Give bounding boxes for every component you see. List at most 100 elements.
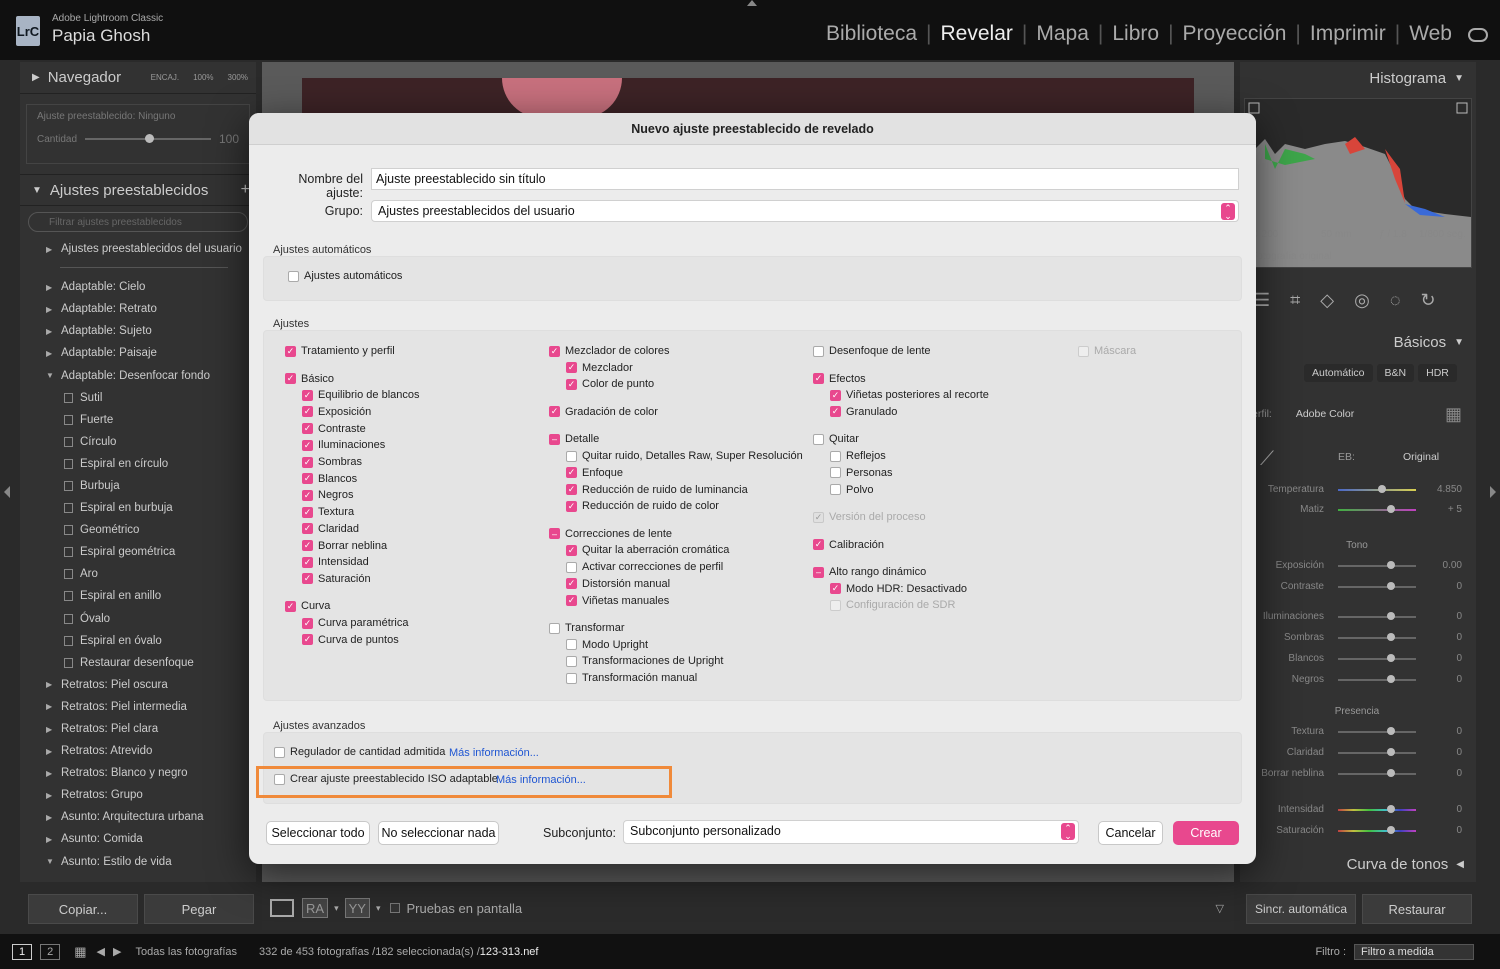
slider-knob[interactable] xyxy=(1387,561,1395,569)
preset-list-item[interactable]: ▶ Adaptable: Retrato xyxy=(20,298,256,320)
grid-icon[interactable]: ▦ xyxy=(74,944,86,960)
amount-slider[interactable] xyxy=(85,134,211,143)
preset-list-item[interactable]: ▶ Retratos: Piel clara xyxy=(20,718,256,740)
preset-list-item[interactable]: ▶ Retratos: Atrevido xyxy=(20,740,256,762)
preset-list-item[interactable]: Burbuja xyxy=(20,475,256,497)
slider-value[interactable]: + 5 xyxy=(1448,504,1462,515)
folder-triangle-icon[interactable]: ▶ xyxy=(46,769,52,778)
setting-checkbox[interactable]: ✓ Intensidad xyxy=(302,556,369,568)
module-1[interactable]: Revelar xyxy=(941,22,1013,46)
preset-name-input[interactable]: Ajuste preestablecido sin título xyxy=(371,168,1239,190)
slider-value[interactable]: 0 xyxy=(1456,825,1462,836)
select-none-button[interactable]: No seleccionar nada xyxy=(378,821,499,845)
setting-checkbox[interactable]: ✓ Contraste xyxy=(302,423,366,435)
develop-slider[interactable]: Claridad 0 xyxy=(1240,745,1476,761)
develop-slider[interactable]: Intensidad 0 xyxy=(1240,802,1476,818)
setting-checkbox[interactable]: – Correcciones de lente xyxy=(549,528,672,540)
slider-value[interactable]: 4.850 xyxy=(1437,484,1462,495)
folder-triangle-icon[interactable]: ▼ xyxy=(46,371,54,380)
group-select[interactable]: Ajustes preestablecidos del usuario ⌃ ⌄ xyxy=(371,200,1239,222)
slider-knob[interactable] xyxy=(1387,654,1395,662)
folder-triangle-icon[interactable]: ▶ xyxy=(46,327,52,336)
setting-checkbox[interactable]: ✓ Reducción de ruido de color xyxy=(566,500,719,512)
setting-checkbox[interactable]: Polvo xyxy=(830,484,874,496)
tone-curve-header[interactable]: Curva de tonos ◀ xyxy=(1240,848,1476,880)
histogram-header[interactable]: Histograma ▼ xyxy=(1240,62,1476,94)
slider-knob[interactable] xyxy=(1387,633,1395,641)
masking-icon[interactable]: ◌ xyxy=(1390,290,1401,311)
setting-checkbox[interactable]: Transformar xyxy=(549,622,625,634)
setting-checkbox[interactable]: ✓ Calibración xyxy=(813,539,884,551)
right-panel-toggle-icon[interactable] xyxy=(1490,486,1496,498)
slider-track[interactable] xyxy=(1338,509,1416,511)
file-name[interactable]: 123-313.nef xyxy=(480,946,539,958)
edit-sliders-icon[interactable]: ☰ xyxy=(1254,290,1270,311)
setting-checkbox[interactable]: ✓ Negros xyxy=(302,489,353,501)
module-2[interactable]: Mapa xyxy=(1036,22,1089,46)
cloud-sync-icon[interactable] xyxy=(1468,28,1488,42)
slider-track[interactable] xyxy=(1338,586,1416,588)
slider-value[interactable]: 0 xyxy=(1456,768,1462,779)
preset-list-item[interactable]: ▶ Adaptable: Sujeto xyxy=(20,320,256,342)
develop-slider[interactable]: Exposición 0.00 xyxy=(1240,558,1476,574)
more-info-link-1[interactable]: Más información... xyxy=(449,747,539,759)
back-arrow-icon[interactable]: ◀ xyxy=(97,945,105,958)
left-panel-toggle-icon[interactable] xyxy=(4,486,10,498)
preset-list-item[interactable]: Aro xyxy=(20,563,256,585)
crop-icon[interactable]: ⌗ xyxy=(1290,290,1300,311)
slider-track[interactable] xyxy=(1338,752,1416,754)
preset-list-item[interactable]: ▶ Ajustes preestablecidos del usuario xyxy=(20,238,256,260)
preset-list-item[interactable]: ▶ Retratos: Blanco y negro xyxy=(20,762,256,784)
module-4[interactable]: Proyección xyxy=(1183,22,1287,46)
presets-icon[interactable]: ↻ xyxy=(1421,290,1436,311)
dropdown-icon[interactable]: ▾ xyxy=(334,903,339,914)
slider-value[interactable]: 0 xyxy=(1456,674,1462,685)
setting-checkbox[interactable]: ✓ Sombras xyxy=(302,456,362,468)
slider-track[interactable] xyxy=(1338,489,1416,491)
dropdown-icon[interactable]: ▾ xyxy=(376,903,381,914)
slider-knob[interactable] xyxy=(1387,505,1395,513)
preset-list-item[interactable]: Geométrico xyxy=(20,519,256,541)
supported-amount-checkbox[interactable]: Regulador de cantidad admitida xyxy=(274,746,445,758)
auto-sync-button[interactable]: Sincr. automática xyxy=(1246,894,1356,924)
reset-button[interactable]: Restaurar xyxy=(1362,894,1472,924)
preset-list-item[interactable]: Espiral geométrica xyxy=(20,541,256,563)
setting-checkbox[interactable]: – Alto rango dinámico xyxy=(813,566,926,578)
setting-checkbox[interactable]: ✓ Textura xyxy=(302,506,354,518)
preset-list-item[interactable]: ▶ Adaptable: Cielo xyxy=(20,276,256,298)
setting-checkbox[interactable]: ✓ Curva xyxy=(285,600,330,612)
slider-value[interactable]: 0 xyxy=(1456,581,1462,592)
preset-list-item[interactable]: Óvalo xyxy=(20,608,256,630)
slider-knob[interactable] xyxy=(1387,727,1395,735)
forward-arrow-icon[interactable]: ▶ xyxy=(113,945,121,958)
setting-checkbox[interactable]: ✓ Curva paramétrica xyxy=(302,617,408,629)
preset-list-item[interactable]: ▶ Retratos: Piel intermedia xyxy=(20,696,256,718)
develop-slider[interactable]: Contraste 0 xyxy=(1240,579,1476,595)
zoom-300[interactable]: 300% xyxy=(228,73,248,82)
preset-list-item[interactable]: Fuerte xyxy=(20,409,256,431)
select-all-button[interactable]: Seleccionar todo xyxy=(266,821,370,845)
develop-slider[interactable]: Borrar neblina 0 xyxy=(1240,766,1476,782)
preset-list-item[interactable]: ▼ Asunto: Estilo de vida xyxy=(20,851,256,873)
preset-list-item[interactable]: ▶ Asunto: Comida xyxy=(20,828,256,850)
profile-browser-icon[interactable]: ▦ xyxy=(1445,404,1462,425)
source-label[interactable]: Todas las fotografías xyxy=(135,946,237,958)
setting-checkbox[interactable]: ✓ Color de punto xyxy=(566,378,654,390)
histogram[interactable]: O 200 50 mm ƒ / 1.8 1/800 seg. Fotografí… xyxy=(1244,98,1472,268)
setting-checkbox[interactable]: ✓ Viñetas posteriores al recorte xyxy=(830,389,989,401)
window-1-button[interactable]: 1 xyxy=(12,943,33,960)
preset-list-item[interactable]: Sutil xyxy=(20,387,256,409)
slider-knob[interactable] xyxy=(1387,675,1395,683)
slider-knob[interactable] xyxy=(1387,826,1395,834)
slider-track[interactable] xyxy=(1338,565,1416,567)
toolbar-menu-icon[interactable]: ▽ xyxy=(1216,902,1224,915)
loupe-view-icon[interactable] xyxy=(270,899,294,917)
slider-value[interactable]: 0 xyxy=(1456,747,1462,758)
before-after-ra[interactable]: RA xyxy=(302,898,329,918)
copy-button[interactable]: Copiar... xyxy=(28,894,138,924)
cancel-button[interactable]: Cancelar xyxy=(1098,821,1163,845)
folder-triangle-icon[interactable]: ▶ xyxy=(46,702,52,711)
red-eye-icon[interactable]: ◎ xyxy=(1354,290,1370,311)
setting-checkbox[interactable]: Quitar ruido, Detalles Raw, Super Resolu… xyxy=(566,450,803,462)
develop-slider[interactable]: Sombras 0 xyxy=(1240,630,1476,646)
